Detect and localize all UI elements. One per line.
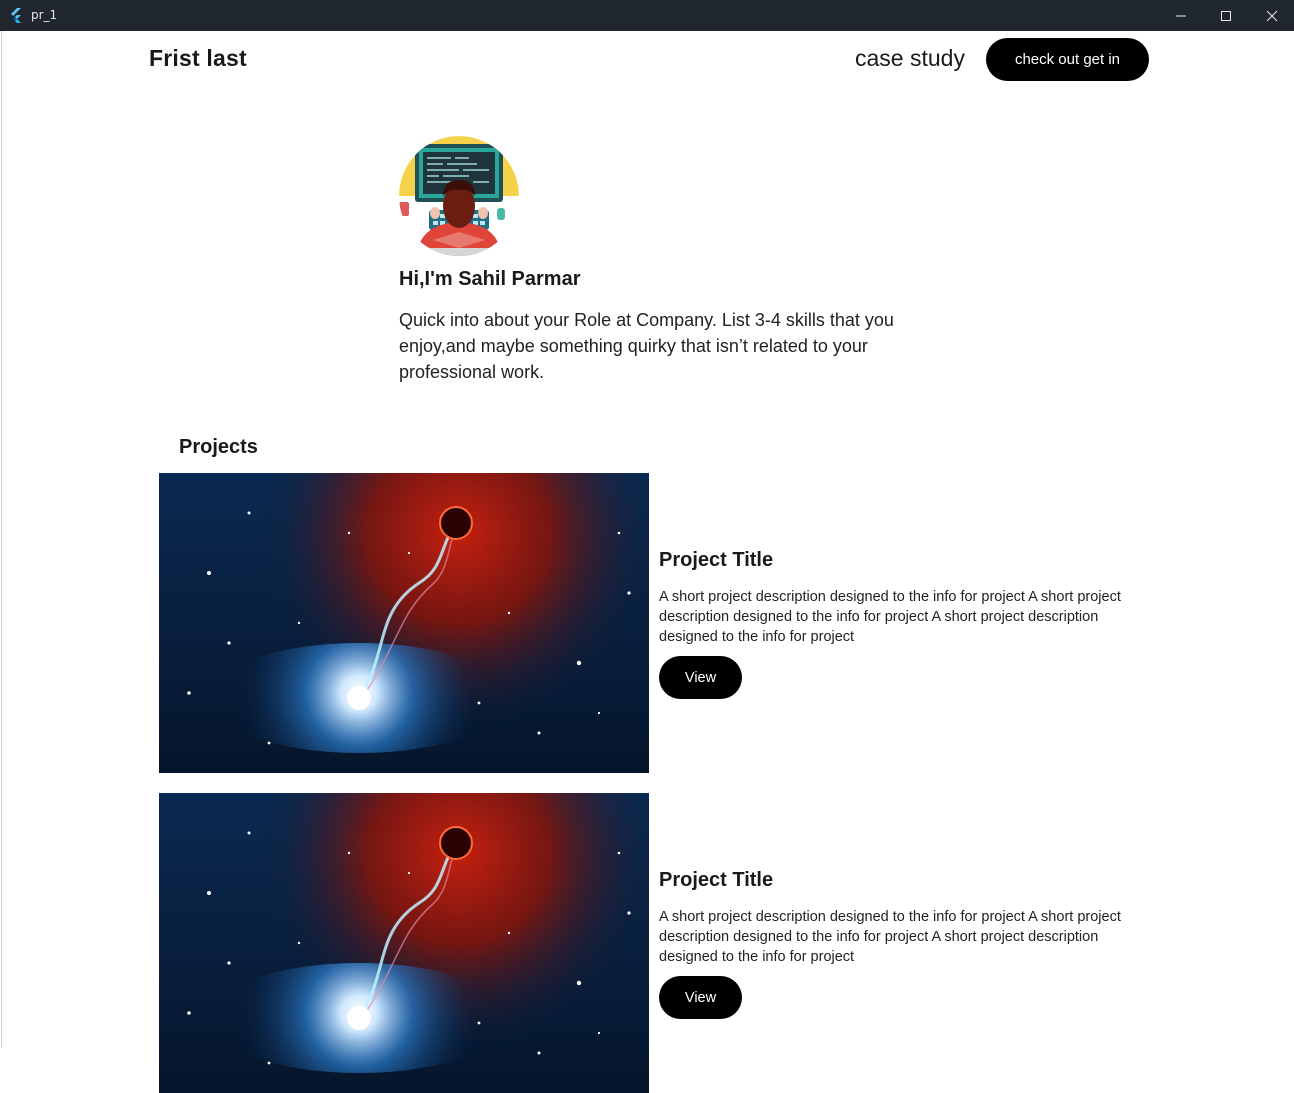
close-button[interactable]	[1249, 0, 1294, 31]
flutter-icon	[8, 7, 24, 23]
avatar	[399, 136, 519, 256]
hero-greeting: Hi,I'm Sahil Parmar	[399, 268, 581, 290]
project-card: Project Title A short project descriptio…	[159, 473, 1149, 773]
project-title: Project Title	[659, 549, 774, 571]
page-content: Frist last case study check out get in H…	[1, 31, 1294, 1093]
view-project-button[interactable]: View	[659, 656, 742, 699]
project-card: Project Title A short project descriptio…	[159, 793, 1149, 1093]
project-description: A short project description designed to …	[659, 589, 1121, 645]
title-bar: pr_1	[0, 0, 1294, 31]
minimize-icon	[1176, 15, 1186, 16]
project-title: Project Title	[659, 869, 774, 891]
project-description: A short project description designed to …	[659, 909, 1121, 965]
case-study-link[interactable]: case study	[855, 45, 965, 72]
projects-heading: Projects	[179, 436, 258, 458]
maximize-button[interactable]	[1203, 0, 1249, 31]
project-image	[159, 793, 649, 1093]
window-title: pr_1	[31, 8, 58, 22]
contact-button[interactable]: check out get in	[986, 38, 1149, 81]
project-image	[159, 473, 649, 773]
minimize-button[interactable]	[1158, 0, 1204, 31]
maximize-icon	[1221, 10, 1231, 21]
close-icon	[1266, 10, 1278, 21]
app-window: pr_1 Frist last case study check out get…	[0, 0, 1294, 1093]
hero-intro: Quick into about your Role at Company. L…	[399, 310, 894, 382]
view-project-button[interactable]: View	[659, 976, 742, 1019]
brand-name[interactable]: Frist last	[149, 45, 247, 72]
